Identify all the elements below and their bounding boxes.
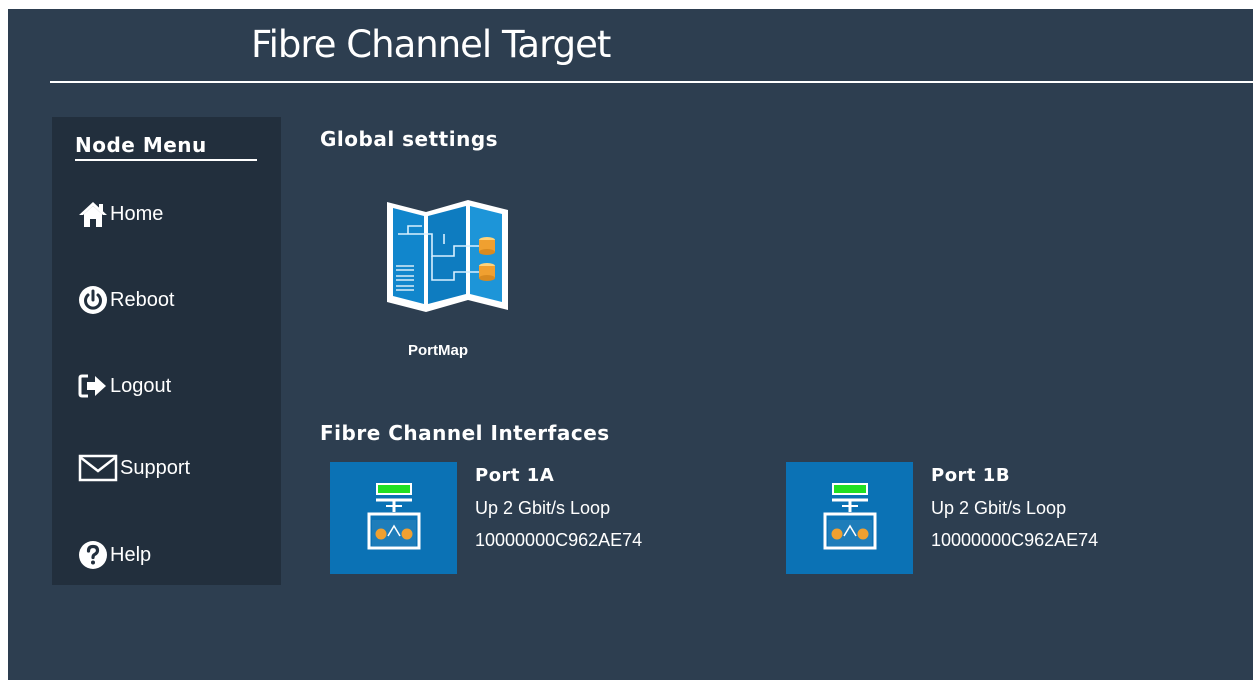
port-name: Port 1A <box>475 465 555 486</box>
logout-icon <box>78 371 108 401</box>
sidebar-item-label: Help <box>110 543 152 566</box>
sidebar-item-support[interactable]: Support <box>78 453 190 483</box>
sidebar-item-reboot[interactable]: Reboot <box>78 285 175 315</box>
port-status: Up 2 Gbit/s Loop <box>931 498 1067 518</box>
question-icon <box>78 540 108 570</box>
sidebar-item-help[interactable]: Help <box>78 540 151 570</box>
envelope-icon <box>78 453 118 483</box>
power-icon <box>78 285 108 315</box>
sidebar-item-label: Support <box>120 456 191 479</box>
port-wwn: 10000000C962AE74 <box>475 530 643 550</box>
portmap-icon <box>384 196 510 320</box>
node-menu-sidebar: Node Menu Home Reboot Logout Support Hel… <box>52 117 281 585</box>
interfaces-heading: Fibre Channel Interfaces <box>320 421 610 445</box>
global-settings-heading: Global settings <box>320 127 499 151</box>
sidebar-item-label: Reboot <box>110 288 175 311</box>
port-1a-card[interactable]: Port 1A Up 2 Gbit/s Loop 10000000C962AE7… <box>330 462 730 574</box>
port-tile <box>786 462 913 574</box>
port-1b-card[interactable]: Port 1B Up 2 Gbit/s Loop 10000000C962AE7… <box>786 462 1186 574</box>
port-icon <box>818 482 882 556</box>
home-icon <box>78 199 108 229</box>
sidebar-item-label: Logout <box>110 374 172 397</box>
node-menu-heading: Node Menu <box>75 133 257 161</box>
sidebar-item-label: Home <box>110 202 164 225</box>
port-tile <box>330 462 457 574</box>
portmap-app[interactable]: PortMap <box>374 196 508 366</box>
port-status: Up 2 Gbit/s Loop <box>475 498 611 518</box>
app-frame: Fibre Channel Target Node Menu Home Rebo… <box>8 9 1253 680</box>
port-name: Port 1B <box>931 465 1011 486</box>
port-icon <box>362 482 426 556</box>
portmap-label: PortMap <box>408 342 468 359</box>
port-wwn: 10000000C962AE74 <box>931 530 1099 550</box>
page-title: Fibre Channel Target <box>251 23 611 66</box>
sidebar-item-home[interactable]: Home <box>78 199 163 229</box>
sidebar-item-logout[interactable]: Logout <box>78 371 171 401</box>
title-divider <box>50 81 1253 83</box>
